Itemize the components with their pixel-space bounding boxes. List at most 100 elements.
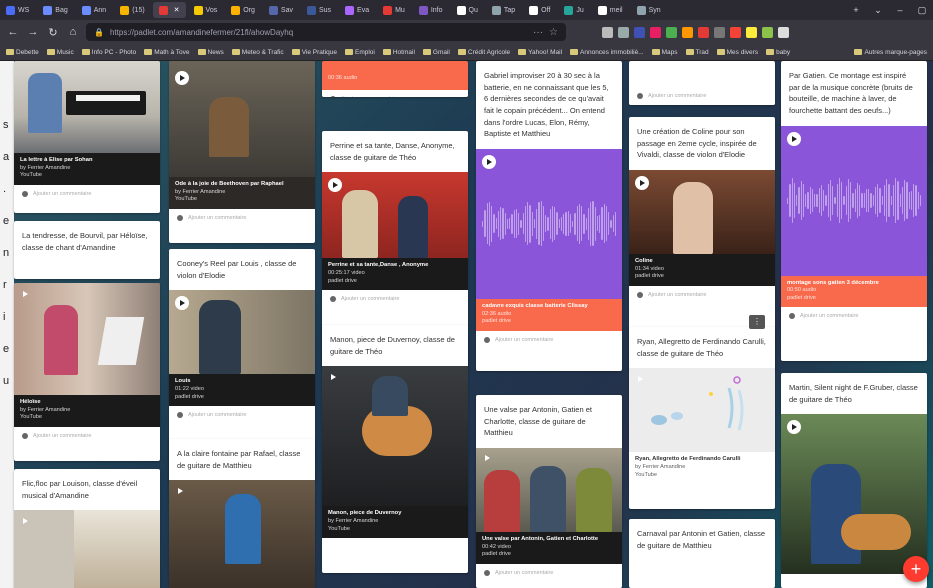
- add-post-button[interactable]: +: [903, 556, 929, 582]
- post-menu-button[interactable]: ⋮: [749, 315, 765, 329]
- extension-icon[interactable]: [714, 26, 725, 38]
- audio-waveform[interactable]: [781, 125, 927, 276]
- browser-tab[interactable]: Info: [413, 2, 449, 18]
- padlet-wall[interactable]: s a. e n r i e u La lettre à Elise par Sohan by…: [0, 61, 933, 588]
- audio-waveform[interactable]: [476, 148, 622, 299]
- browser-tab[interactable]: Off: [523, 2, 556, 18]
- bookmark-item[interactable]: Vie Pratique: [291, 49, 337, 56]
- post-card[interactable]: Flic,floc par Louison, classe d'éveil mu…: [14, 469, 160, 588]
- browser-tab[interactable]: Syn: [631, 2, 667, 18]
- close-tab-icon[interactable]: ✕: [174, 6, 180, 14]
- video-thumbnail[interactable]: [14, 283, 160, 395]
- bookmark-item[interactable]: baby: [766, 49, 790, 56]
- tab-list-icon[interactable]: ⌄: [867, 5, 889, 16]
- extension-icon[interactable]: [666, 26, 677, 38]
- video-thumbnail[interactable]: [322, 366, 468, 507]
- browser-tab[interactable]: Bag: [37, 2, 73, 18]
- play-icon[interactable]: [482, 454, 491, 463]
- video-thumbnail[interactable]: [169, 61, 315, 177]
- browser-tab[interactable]: (15): [114, 2, 150, 18]
- video-thumbnail[interactable]: [629, 169, 775, 254]
- library-icon[interactable]: [602, 26, 613, 38]
- bookmark-item[interactable]: Trad: [685, 49, 709, 56]
- post-card[interactable]: Héloïse by Ferrier Amandine YouTube Ajou…: [14, 283, 160, 461]
- video-thumbnail[interactable]: [14, 510, 160, 588]
- address-bar[interactable]: 🔒 https://padlet.com/amandinefermer/21fl…: [86, 23, 566, 41]
- video-thumbnail[interactable]: [169, 480, 315, 588]
- post-card[interactable]: Martin, Silent night de F.Gruber, classe…: [781, 373, 927, 588]
- add-comment[interactable]: Ajouter un commentaire: [629, 285, 775, 304]
- new-tab-icon[interactable]: +: [845, 5, 867, 15]
- bookmark-item[interactable]: Music: [46, 49, 74, 56]
- post-card[interactable]: Gabriel improviser 20 à 30 sec à la batt…: [476, 61, 622, 371]
- play-icon[interactable]: [787, 131, 801, 146]
- extension-icon[interactable]: [730, 26, 741, 38]
- browser-tab[interactable]: ✕: [152, 2, 186, 18]
- browser-tab[interactable]: Sus: [301, 2, 337, 18]
- add-comment[interactable]: Ajouter un commentaire: [169, 208, 315, 227]
- bookmark-item[interactable]: Yahoo! Mail: [518, 49, 562, 56]
- bookmark-item[interactable]: Debette: [6, 49, 39, 56]
- play-icon[interactable]: [482, 154, 496, 169]
- bookmark-item[interactable]: Info PC - Photo: [81, 49, 136, 56]
- add-comment[interactable]: Ajouter un commentaire: [476, 330, 622, 349]
- video-thumbnail[interactable]: [169, 290, 315, 375]
- play-icon[interactable]: [20, 516, 29, 525]
- bookmark-item[interactable]: Gmail: [422, 49, 450, 56]
- browser-tab[interactable]: Mu: [377, 2, 411, 18]
- maximize-icon[interactable]: ▢: [911, 5, 933, 16]
- browser-tab[interactable]: Tap: [486, 2, 521, 18]
- post-card[interactable]: Ode à la joie de Beethoven par Raphael b…: [169, 61, 315, 243]
- browser-tab[interactable]: Org: [225, 2, 261, 18]
- extension-icon[interactable]: [746, 26, 757, 38]
- browser-tab[interactable]: Eva: [339, 2, 375, 18]
- add-comment[interactable]: Ajouter un commentaire: [14, 184, 160, 203]
- browser-tab[interactable]: Vos: [188, 2, 224, 18]
- post-card[interactable]: Carnaval par Antonin et Gatien, classe d…: [629, 519, 775, 588]
- post-card[interactable]: Par Gatien. Ce montage est inspiré par d…: [781, 61, 927, 361]
- play-icon[interactable]: [20, 289, 29, 298]
- video-thumbnail[interactable]: [322, 172, 468, 259]
- browser-tab[interactable]: Ju: [558, 2, 589, 18]
- post-card[interactable]: La tendresse, de Bourvil, par Héloïse, c…: [14, 221, 160, 279]
- bookmark-item[interactable]: Autres marque-pages: [854, 49, 927, 56]
- bookmark-item[interactable]: Meteo & Trafic: [231, 49, 284, 56]
- minimize-icon[interactable]: –: [889, 5, 911, 15]
- add-comment[interactable]: Ajouter un commentaire: [476, 563, 622, 582]
- post-card[interactable]: Ryan, Allegretto de Ferdinando Carulli, …: [629, 327, 775, 509]
- browser-tab[interactable]: meil: [592, 2, 629, 18]
- extension-icon[interactable]: [634, 26, 645, 38]
- bookmark-star-icon[interactable]: ☆: [549, 27, 558, 38]
- post-card[interactable]: La lettre à Elise par Sohan by Ferrier A…: [14, 61, 160, 213]
- bookmark-item[interactable]: Mes divers: [716, 49, 758, 56]
- bookmark-item[interactable]: Crédit Agricole: [457, 49, 510, 56]
- back-icon[interactable]: ←: [6, 26, 20, 38]
- page-actions-icon[interactable]: ···: [533, 27, 543, 38]
- post-card[interactable]: 00:36 audio Ajouter un commentaire: [322, 61, 468, 97]
- extension-icon[interactable]: [650, 26, 661, 38]
- browser-tab[interactable]: Ann: [76, 2, 112, 18]
- video-thumbnail[interactable]: [629, 368, 775, 453]
- bookmark-item[interactable]: Maps: [651, 49, 678, 56]
- browser-tab[interactable]: WS: [0, 2, 35, 18]
- post-card[interactable]: A la claire fontaine par Rafael, classe …: [169, 439, 315, 588]
- browser-tab[interactable]: Qu: [451, 2, 484, 18]
- reload-icon[interactable]: ↻: [46, 26, 60, 39]
- add-comment[interactable]: Ajouter un commentaire: [169, 406, 315, 425]
- video-thumbnail[interactable]: [476, 447, 622, 532]
- play-icon[interactable]: [175, 71, 189, 85]
- forward-icon[interactable]: →: [26, 26, 40, 38]
- menu-icon[interactable]: [778, 26, 789, 38]
- post-card[interactable]: Une valse par Antonin, Gatien et Charlot…: [476, 395, 622, 588]
- play-icon[interactable]: [635, 175, 649, 190]
- extension-icon[interactable]: [682, 26, 693, 38]
- browser-tab[interactable]: Sav: [263, 2, 299, 18]
- extension-icon[interactable]: [762, 26, 773, 38]
- bookmark-item[interactable]: Hotmail: [382, 49, 415, 56]
- add-comment[interactable]: Ajouter un commentaire: [322, 89, 468, 97]
- add-comment[interactable]: Ajouter un commentaire: [14, 426, 160, 445]
- bookmark-item[interactable]: Emploi: [344, 49, 375, 56]
- extension-icon[interactable]: [698, 26, 709, 38]
- sidebar-icon[interactable]: [618, 26, 629, 38]
- video-thumbnail[interactable]: [781, 414, 927, 575]
